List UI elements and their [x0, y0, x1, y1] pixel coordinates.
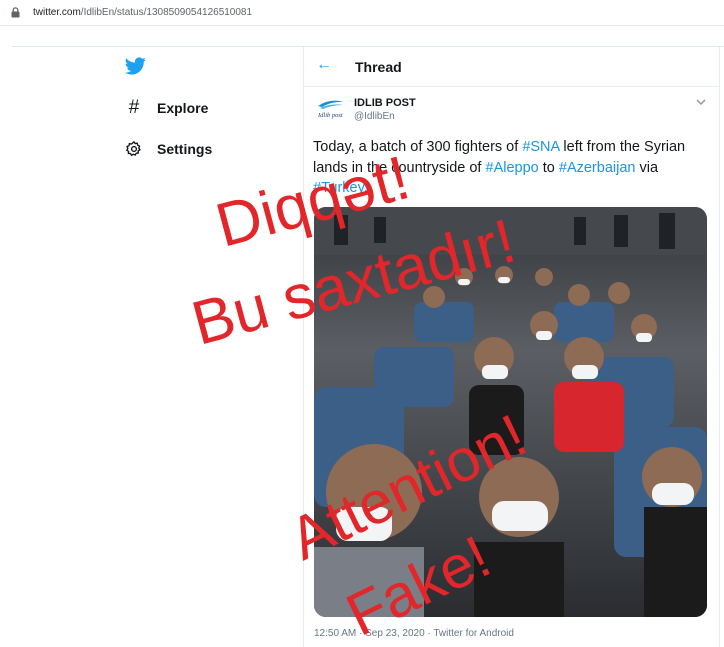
chevron-down-icon[interactable]	[694, 95, 708, 109]
lock-icon	[11, 7, 20, 18]
tweet-text-part: Today, a batch of 300 fighters of	[313, 139, 523, 155]
page-title: Thread	[355, 59, 402, 75]
avatar-caption: Idlib post	[317, 112, 343, 119]
author-handle[interactable]: @IdlibEn	[354, 111, 395, 122]
tweet-text-part: .	[363, 180, 368, 196]
browser-address-bar[interactable]: twitter.com/IdlibEn/status/1308509054126…	[0, 0, 724, 26]
tweet-text: Today, a batch of 300 fighters of #SNA l…	[313, 137, 713, 199]
sidebar-item-explore[interactable]: # Explore	[124, 96, 209, 120]
main-column: ← Thread Idlib post IDLIB POST @IdlibEn …	[304, 47, 719, 647]
tweet-timestamp[interactable]: 12:50 AM · Sep 23, 2020 · Twitter for An…	[314, 628, 514, 639]
sidebar-item-label: Explore	[157, 100, 209, 116]
airplane-cabin-photo	[314, 207, 707, 617]
tweet-text-part: to	[538, 159, 559, 176]
hashtag-link[interactable]: #Azerbaijan	[559, 160, 636, 176]
idlib-post-logo: Idlib post	[317, 100, 344, 119]
column-divider	[719, 47, 720, 647]
hashtag-link[interactable]: #Aleppo	[486, 160, 539, 176]
tweet-text-part: via	[635, 159, 659, 176]
back-arrow-icon[interactable]: ←	[316, 56, 332, 74]
thread-header: ← Thread	[304, 47, 719, 87]
sidebar-item-label: Settings	[157, 141, 213, 157]
gear-icon	[124, 139, 144, 159]
author-name[interactable]: IDLIB POST	[354, 97, 416, 109]
url-path: /IdlibEn/status/1308509054126510081	[80, 7, 253, 18]
tweet-photo[interactable]	[314, 207, 707, 617]
url-text[interactable]: twitter.com/IdlibEn/status/1308509054126…	[33, 7, 252, 18]
avatar[interactable]: Idlib post	[316, 97, 346, 119]
twitter-bird-icon[interactable]	[125, 57, 146, 75]
hashtag-link[interactable]: #Turkey	[313, 180, 364, 196]
sidebar-item-settings[interactable]: Settings	[124, 137, 212, 161]
hashtag-icon: #	[128, 97, 140, 118]
url-host: twitter.com	[33, 7, 81, 18]
hashtag-link[interactable]: #SNA	[522, 139, 559, 155]
